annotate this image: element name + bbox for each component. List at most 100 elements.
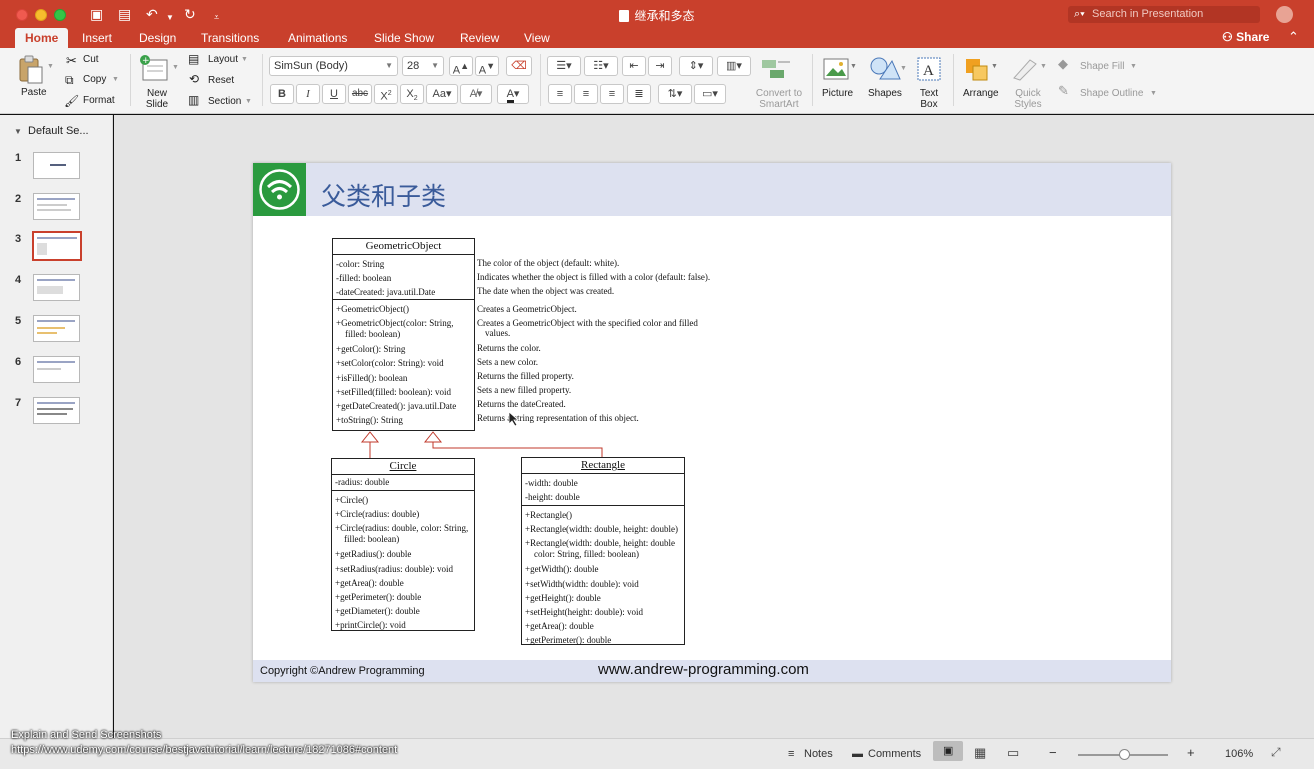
increase-font-size-button[interactable]: A▲ <box>449 56 473 77</box>
increase-indent-button[interactable]: ⇥ <box>648 56 672 76</box>
section-dropdown-icon[interactable]: ▼ <box>245 98 252 105</box>
subscript-button[interactable]: X2 <box>400 84 424 104</box>
slide-thumbnail-1[interactable] <box>33 152 80 179</box>
tab-transitions[interactable]: Transitions <box>201 31 259 45</box>
collapse-ribbon-icon[interactable]: ⌃ <box>1288 29 1299 45</box>
slide-sorter-icon[interactable]: ▦ <box>974 745 986 761</box>
align-text-button[interactable]: ▭▾ <box>694 84 726 104</box>
reset-button[interactable]: Reset <box>208 75 234 86</box>
cut-button[interactable]: Cut <box>83 54 99 65</box>
picture-button[interactable]: ▼ <box>822 56 857 85</box>
uml-method: +setRadius(radius: double): void <box>335 563 454 574</box>
slide-thumbnail-5[interactable] <box>33 315 80 342</box>
copy-dropdown-icon[interactable]: ▼ <box>112 76 119 83</box>
fit-to-window-icon[interactable]: ⤢ <box>1271 745 1281 760</box>
tab-view[interactable]: View <box>524 31 550 45</box>
tab-insert[interactable]: Insert <box>82 31 112 45</box>
comments-icon: ▬ <box>852 748 863 760</box>
slide-thumbnail-4[interactable] <box>33 274 80 301</box>
copy-button[interactable]: Copy <box>83 74 106 85</box>
font-name-select[interactable]: SimSun (Body) ▼ <box>269 56 398 76</box>
zoom-level[interactable]: 106% <box>1225 748 1253 760</box>
section-header[interactable]: ▼ Default Se... <box>14 125 89 137</box>
bold-button[interactable]: B <box>270 84 294 104</box>
new-slide-button[interactable]: + <box>139 54 169 87</box>
columns-button[interactable]: ▥▾ <box>717 56 751 76</box>
shape-fill-button[interactable]: Shape Fill <box>1080 61 1124 72</box>
strikethrough-button[interactable]: abc <box>348 84 372 104</box>
align-center-button[interactable]: ≡ <box>574 84 598 104</box>
font-size-select[interactable]: 28 ▼ <box>402 56 444 76</box>
arrange-button[interactable]: ▼ <box>963 56 999 85</box>
shape-fill-dropdown-icon[interactable]: ▼ <box>1130 63 1137 70</box>
shape-outline-icon: ✎ <box>1058 83 1069 98</box>
tab-home[interactable]: Home <box>15 28 69 48</box>
font-color-button[interactable]: A▾ <box>497 84 529 104</box>
underline-button[interactable]: U <box>322 84 346 104</box>
slide-number: 1 <box>15 152 22 164</box>
align-right-button[interactable]: ≡ <box>600 84 624 104</box>
share-button[interactable]: ⚇ Share <box>1222 30 1269 44</box>
reading-view-icon[interactable]: ▭ <box>1007 745 1019 761</box>
new-slide-dropdown-icon[interactable]: ▼ <box>172 64 179 71</box>
layout-button[interactable]: Layout <box>208 54 238 65</box>
uml-class-name: Circle <box>332 459 474 475</box>
account-icon[interactable] <box>1276 6 1293 23</box>
decrease-font-size-button[interactable]: A▼ <box>475 56 499 77</box>
line-spacing-button[interactable]: ⇕▾ <box>679 56 713 76</box>
quick-styles-button[interactable]: ▼ <box>1010 56 1047 85</box>
notes-button[interactable]: Notes <box>804 748 833 760</box>
shapes-button[interactable] <box>868 55 904 86</box>
shapes-dropdown-icon[interactable]: ▼ <box>900 65 907 72</box>
tab-animations[interactable]: Animations <box>288 31 347 45</box>
convert-smartart-button[interactable] <box>760 56 794 85</box>
search-in-presentation-input[interactable]: ⌕▾ Search in Presentation <box>1068 6 1260 23</box>
section-button[interactable]: Section <box>208 96 241 107</box>
slide-copyright: Copyright ©Andrew Programming <box>260 665 425 677</box>
uml-method: +getWidth(): double <box>525 564 599 575</box>
copy-icon: ⧉ <box>65 73 74 87</box>
paste-dropdown-icon[interactable]: ▼ <box>47 63 54 70</box>
text-effects-button[interactable]: A̸▾ <box>460 84 492 104</box>
thumbnail-content <box>37 413 67 415</box>
slide-thumbnail-6[interactable] <box>33 356 80 383</box>
comments-button[interactable]: Comments <box>868 748 921 760</box>
tab-slide-show[interactable]: Slide Show <box>374 31 434 45</box>
zoom-out-icon[interactable]: − <box>1049 745 1057 760</box>
thumbnail-content <box>37 332 57 334</box>
superscript-button[interactable]: X2 <box>374 84 398 104</box>
shape-outline-dropdown-icon[interactable]: ▼ <box>1150 90 1157 97</box>
tab-design[interactable]: Design <box>139 31 176 45</box>
bullets-button[interactable]: ☰▾ <box>547 56 581 76</box>
tab-review[interactable]: Review <box>460 31 499 45</box>
shape-outline-button[interactable]: Shape Outline <box>1080 88 1143 99</box>
uml-methods: +Circle() +Circle(radius: double) +Circl… <box>332 491 474 634</box>
format-painter-button[interactable]: Format <box>83 95 115 106</box>
uml-class-rectangle[interactable]: Rectangle -width: double -height: double… <box>521 457 685 645</box>
layout-dropdown-icon[interactable]: ▼ <box>241 56 248 63</box>
uml-fields: -width: double -height: double <box>522 474 684 506</box>
shapes-label: Shapes <box>868 88 902 99</box>
slide-thumbnail-7[interactable] <box>33 397 80 424</box>
align-left-button[interactable]: ≡ <box>548 84 572 104</box>
text-box-button[interactable]: A <box>916 56 942 85</box>
zoom-slider-handle[interactable] <box>1119 749 1130 760</box>
decrease-indent-button[interactable]: ⇤ <box>622 56 646 76</box>
svg-text:+: + <box>142 56 150 66</box>
thumbnail-content <box>37 204 67 206</box>
zoom-in-icon[interactable]: + <box>1187 745 1195 760</box>
clear-formatting-icon[interactable]: ⌫ <box>506 56 532 76</box>
uml-method: +getPerimeter(): double <box>525 635 612 646</box>
numbering-button[interactable]: ☷▾ <box>584 56 618 76</box>
italic-button[interactable]: I <box>296 84 320 104</box>
slide-number: 3 <box>15 233 22 245</box>
normal-view-button[interactable]: ▣ <box>933 741 963 761</box>
uml-class-circle[interactable]: Circle -radius: double +Circle() +Circle… <box>331 458 475 631</box>
paste-button[interactable] <box>17 54 45 87</box>
current-slide[interactable]: 父类和子类 GeometricObject -color: String -fi… <box>253 163 1171 682</box>
text-direction-button[interactable]: ⇅▾ <box>658 84 692 104</box>
change-case-button[interactable]: Aa▾ <box>426 84 458 104</box>
justify-button[interactable]: ≣ <box>627 84 651 104</box>
slide-thumbnail-3[interactable] <box>32 231 82 261</box>
slide-thumbnail-2[interactable] <box>33 193 80 220</box>
